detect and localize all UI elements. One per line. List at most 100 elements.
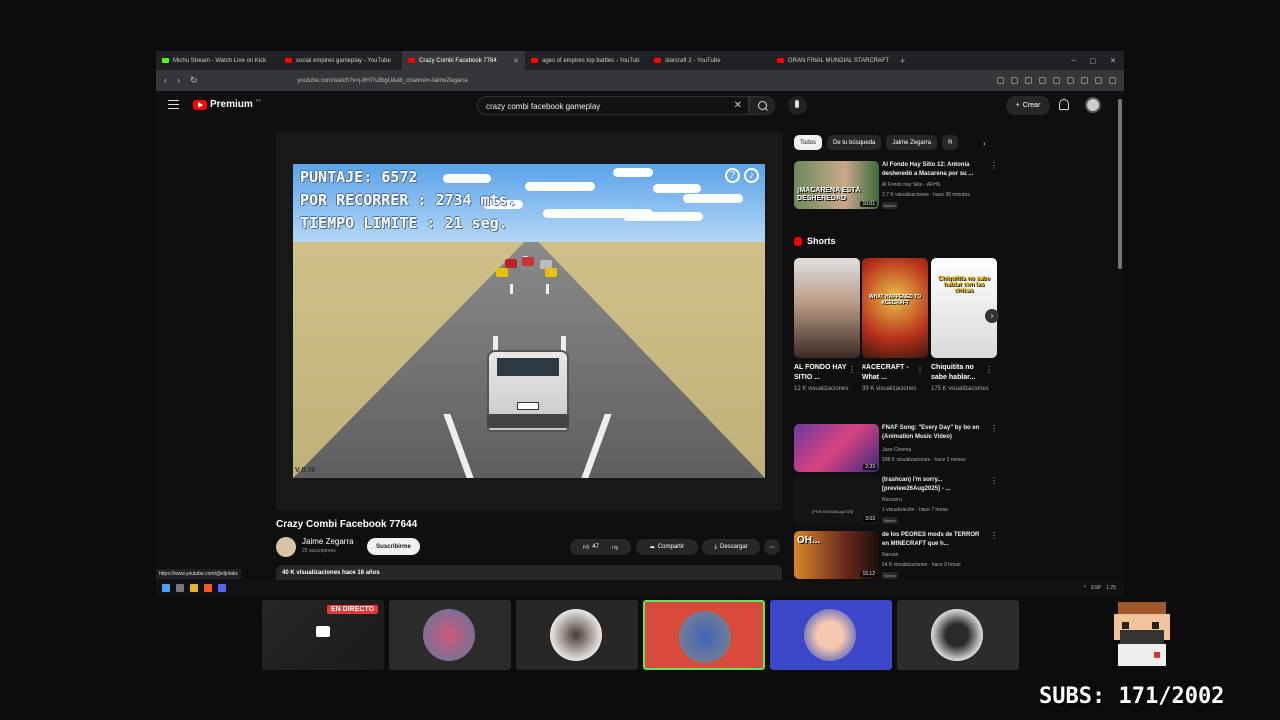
video-thumbnail[interactable]: OH... 15:12 (794, 531, 879, 579)
tab-kick[interactable]: Michu Stream - Watch Live on Kick (156, 51, 279, 70)
url-field[interactable]: youtube.com/watch?v=j-8H7nJlbgU&ab_chann… (298, 78, 468, 84)
pixel-art-mascot (1104, 600, 1180, 668)
more-options-icon[interactable]: ⋮ (990, 161, 998, 170)
more-options-icon[interactable]: ⋮ (916, 365, 924, 374)
search-button[interactable] (749, 96, 775, 115)
more-options-icon[interactable]: ⋮ (990, 424, 998, 433)
video-title: FNAF Song: "Every Day" by bo en (Animati… (882, 425, 980, 440)
extension-icon[interactable] (1053, 77, 1060, 84)
short-thumbnail[interactable] (794, 258, 860, 358)
search-input[interactable]: crazy combi facebook gameplay ✕ (477, 96, 749, 115)
thumbs-down-icon[interactable]: 👎︎ (612, 543, 618, 551)
tab-starcraft[interactable]: starcraft 2 - YouTube (648, 51, 771, 70)
maximize-icon[interactable]: ▢ (1090, 57, 1097, 65)
extension-icon[interactable] (1025, 77, 1032, 84)
channel-name[interactable]: Jaime Zegarra (302, 537, 354, 546)
minimize-icon[interactable]: – (1072, 57, 1076, 65)
reload-icon[interactable]: ↻ (190, 75, 198, 86)
extension-icon[interactable] (1081, 77, 1088, 84)
like-dislike-button[interactable]: 👍︎ 47 👎︎ (570, 539, 631, 555)
more-actions-icon[interactable]: ⋯ (764, 539, 780, 555)
forward-icon[interactable]: › (177, 75, 180, 86)
channel-avatar[interactable] (276, 537, 296, 557)
scrollbar[interactable] (1118, 99, 1122, 269)
download-button[interactable]: ⤓ Descargar (702, 539, 760, 555)
chip-channel[interactable]: Jaime Zegarra (886, 135, 938, 150)
tab-crazy-combi[interactable]: Crazy Combi Facebook 7764 ✕ (402, 51, 525, 70)
link-hover-status: https://www.youtube.com/@eljotalis (156, 569, 241, 579)
recommended-video[interactable]: ¡MACARENA ESTÁ DESHEREDAD 10:01 Al Fondo… (794, 161, 998, 211)
language-indicator[interactable]: ESP (1091, 585, 1101, 591)
shorts-next-icon[interactable]: › (985, 309, 999, 323)
share-button[interactable]: ➦ Compartir (636, 539, 698, 555)
plus-icon: + (1015, 102, 1020, 109)
shorts-label: Shorts (807, 236, 836, 246)
thumbs-up-icon[interactable]: 👍︎ (583, 543, 589, 551)
short-item[interactable]: WHAT HAPPENED TO ACECRAFT #ACECRAFT - Wh… (862, 258, 928, 394)
help-icon[interactable]: ? (725, 168, 740, 183)
filter-chips: Todos De tu búsqueda Jaime Zegarra R (794, 135, 959, 150)
time-limit-text: TIEMPO LIMITE : 21 seg. (300, 214, 508, 232)
new-tab-button[interactable]: + (894, 56, 911, 66)
traffic-car (522, 257, 534, 266)
channel-name: Naruan (882, 552, 899, 558)
chip-all[interactable]: Todos (794, 135, 823, 150)
brave-browser-icon[interactable] (204, 584, 212, 592)
chip-from-search[interactable]: De tu búsqueda (827, 135, 882, 150)
file-explorer-icon[interactable] (190, 584, 198, 592)
extension-icon[interactable] (1011, 77, 1018, 84)
create-label: Crear (1022, 102, 1041, 109)
tab-aoe[interactable]: ages of empires top battles - YouTub (525, 51, 648, 70)
close-window-icon[interactable]: ✕ (1110, 57, 1116, 65)
chevron-right-icon[interactable]: › (983, 139, 986, 148)
more-options-icon[interactable]: ⋮ (985, 365, 993, 374)
voice-search-icon[interactable] (788, 96, 807, 115)
short-item[interactable]: AL FONDO HAY SITIO ... 12 K visualizacio… (794, 258, 860, 394)
youtube-logo[interactable]: Premium PE (193, 98, 261, 110)
tab-label: starcraft 2 - YouTube (665, 57, 721, 64)
recommended-video[interactable]: 2:33 FNAF Song: "Every Day" by bo en (An… (794, 424, 998, 474)
windows-start-icon[interactable] (162, 584, 170, 592)
extensions-bar (997, 77, 1124, 84)
extension-icon[interactable] (1039, 77, 1046, 84)
short-thumbnail[interactable]: Chiquitita no sabe hablar con las chicas (931, 258, 997, 358)
extension-icon[interactable] (1067, 77, 1074, 84)
menu-icon[interactable] (1109, 77, 1116, 84)
notifications-bell-icon[interactable] (1059, 99, 1069, 110)
like-count: 47 (592, 544, 599, 550)
traffic-car (505, 259, 517, 268)
video-player[interactable]: PUNTAJE: 6572 POR RECORRER : 2734 mts. T… (276, 132, 782, 510)
tab-social-empires[interactable]: social empires gameplay - YouTube (279, 51, 402, 70)
back-icon[interactable]: ‹ (164, 75, 167, 86)
short-item[interactable]: Chiquitita no sabe hablar con las chicas… (931, 258, 997, 394)
subscribe-button[interactable]: Suscribirme (367, 538, 420, 555)
clear-search-icon[interactable]: ✕ (734, 100, 742, 111)
video-thumbnail[interactable]: ¡MACARENA ESTÁ DESHEREDAD 10:01 (794, 161, 879, 209)
extension-icon[interactable] (997, 77, 1004, 84)
extension-icon[interactable] (1095, 77, 1102, 84)
clock[interactable]: 1:25 (1106, 585, 1116, 591)
logo-text: Premium (210, 99, 253, 110)
close-tab-icon[interactable]: ✕ (513, 57, 519, 65)
more-options-icon[interactable]: ⋮ (848, 365, 856, 374)
chip-related[interactable]: R (942, 135, 959, 150)
tray-arrow-icon[interactable]: ^ (1084, 585, 1086, 591)
create-button[interactable]: + Crear (1006, 96, 1050, 115)
search-value: crazy combi facebook gameplay (486, 102, 601, 111)
sound-icon[interactable]: ♪ (744, 168, 759, 183)
short-title: #ACECRAFT - What ... (862, 364, 909, 381)
share-label: Compartir (657, 544, 685, 550)
more-options-icon[interactable]: ⋮ (990, 476, 998, 485)
account-avatar[interactable] (1085, 97, 1101, 113)
hamburger-menu-icon[interactable] (168, 100, 179, 109)
more-options-icon[interactable]: ⋮ (990, 531, 998, 540)
recommended-video[interactable]: OH... 15:12 de los PEORES mods de TERROR… (794, 531, 998, 581)
tab-gran-final[interactable]: GRAN FINAL MUNDIAL STARCRAFT (771, 51, 894, 70)
short-thumbnail[interactable]: WHAT HAPPENED TO ACECRAFT (862, 258, 928, 358)
video-thumbnail[interactable]: 2:33 (794, 424, 879, 472)
new-badge: Nuevo (882, 202, 898, 209)
recommended-video[interactable]: [PREVIEW26Aug2025] 3:03 (trashcan) i'm s… (794, 476, 998, 526)
task-view-icon[interactable] (176, 584, 184, 592)
video-thumbnail[interactable]: [PREVIEW26Aug2025] 3:03 (794, 476, 879, 524)
discord-icon[interactable] (218, 584, 226, 592)
